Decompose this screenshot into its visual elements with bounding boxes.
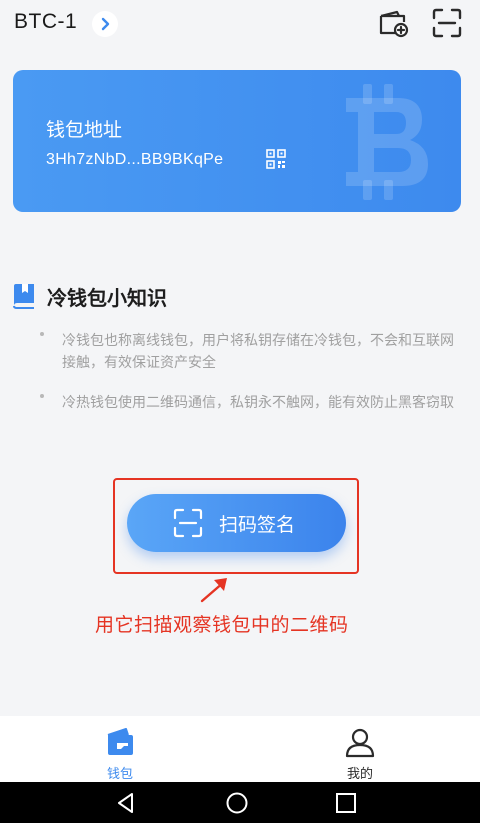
back-icon[interactable] — [114, 791, 138, 815]
bookmark-book-icon — [13, 284, 34, 309]
tip-item: 冷热钱包使用二维码通信，私钥永不触网，能有效防止黑客窃取 — [40, 392, 462, 414]
tip-item: 冷钱包也称离线钱包，用户将私钥存储在冷钱包，不会和互联网接触，有效保证资产安全 — [40, 330, 462, 374]
wallet-address-label: 钱包地址 — [46, 119, 123, 141]
tab-wallet-label: 钱包 — [106, 767, 133, 782]
tip-text: 冷钱包也称离线钱包，用户将私钥存储在冷钱包，不会和互联网接触，有效保证资产安全 — [62, 333, 454, 371]
tab-me-label: 我的 — [346, 767, 373, 782]
wallet-card[interactable]: 钱包地址 3Hh7zNbD...BB9BKqPe — [13, 70, 461, 212]
app-header: BTC-1 — [0, 0, 480, 52]
person-icon — [345, 728, 375, 758]
scan-sign-button[interactable]: 扫码签名 — [127, 494, 346, 552]
scan-icon — [173, 508, 203, 538]
annotation-text: 用它扫描观察钱包中的二维码 — [95, 614, 349, 636]
tab-wallet[interactable]: 钱包 — [0, 716, 240, 782]
home-icon[interactable] — [225, 791, 249, 815]
scan-icon[interactable] — [430, 6, 464, 40]
tip-text: 冷热钱包使用二维码通信，私钥永不触网，能有效防止黑客窃取 — [62, 395, 454, 411]
scan-sign-label: 扫码签名 — [219, 513, 296, 536]
wallet-icon — [107, 728, 133, 755]
wallet-address[interactable]: 3Hh7zNbD...BB9BKqPe — [46, 151, 223, 169]
annotation-arrow-icon — [200, 578, 227, 603]
tab-me[interactable]: 我的 — [240, 716, 480, 782]
tips-title: 冷钱包小知识 — [47, 285, 167, 310]
recents-icon[interactable] — [334, 791, 358, 815]
bottom-tab-bar: 钱包 我的 — [0, 716, 480, 782]
tips-header: 冷钱包小知识 — [13, 281, 167, 311]
chevron-right-icon[interactable] — [92, 11, 118, 37]
wallet-add-icon[interactable] — [376, 6, 410, 40]
qr-code-icon[interactable] — [266, 149, 286, 169]
bitcoin-icon — [346, 84, 428, 200]
system-navigation-bar — [0, 782, 480, 823]
bullet-dot — [40, 332, 44, 336]
bullet-dot — [40, 394, 44, 398]
wallet-name[interactable]: BTC-1 — [14, 10, 77, 34]
